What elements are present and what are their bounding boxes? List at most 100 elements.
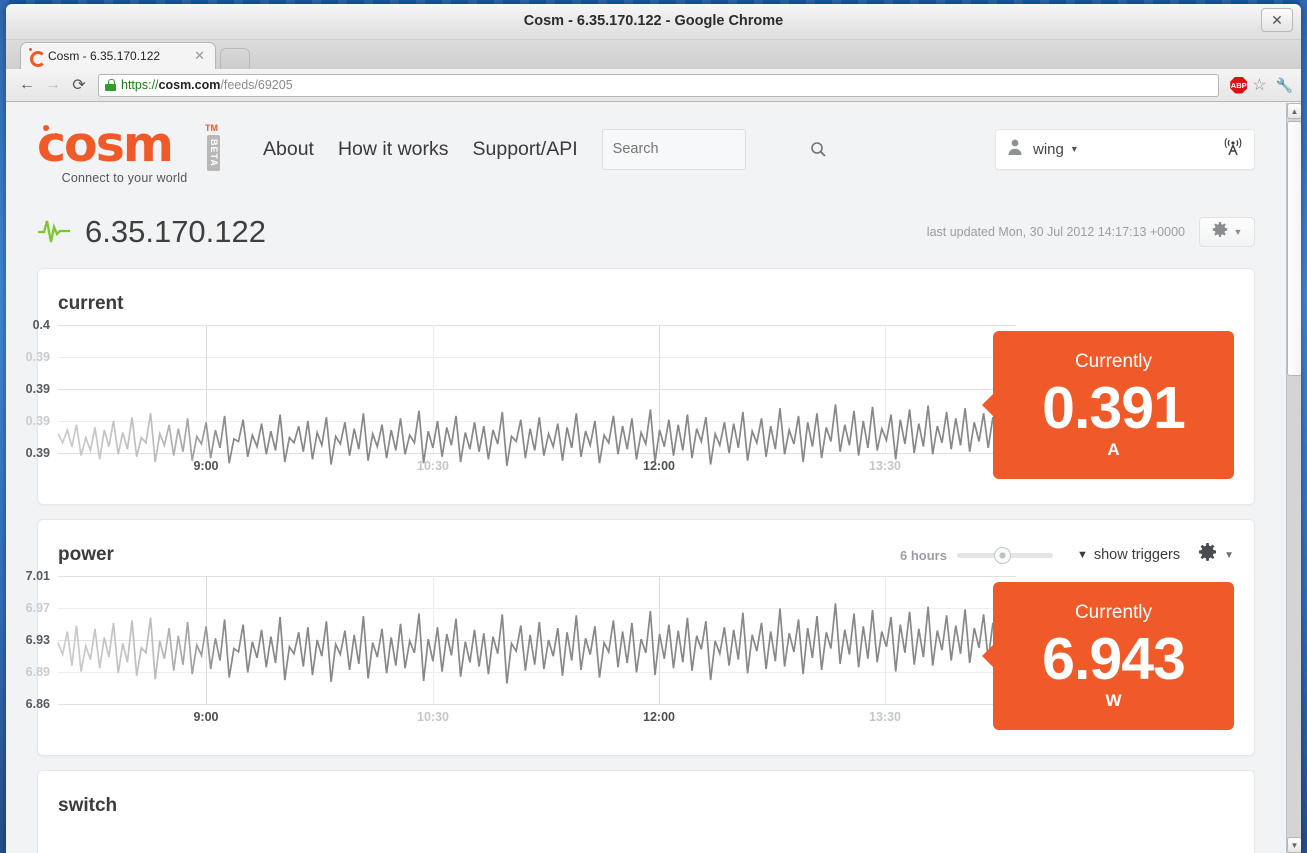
callout-unit: W	[1105, 691, 1122, 711]
tab-title: Cosm - 6.35.170.122	[48, 49, 161, 63]
chart-plot-area: 7.01 6.97 6.93 6.89 6.86 9:00 10:30 12:00 13:30	[26, 569, 1017, 724]
cosm-favicon-icon	[27, 48, 46, 67]
chart-power: 7.01 6.97 6.93 6.89 6.86 9:00 10:30 12:00 13:30 …	[26, 569, 1234, 741]
callout-value: 6.943	[1042, 625, 1186, 692]
current-value-callout: Currently 0.391 A	[982, 331, 1234, 479]
adblock-plus-icon[interactable]: ABP	[1230, 76, 1248, 94]
time-range-slider[interactable]	[956, 545, 1053, 565]
x-axis-tick-label: 9:00	[193, 710, 219, 724]
callout-value: 0.391	[1042, 374, 1186, 441]
user-menu[interactable]: wing ▼	[995, 128, 1255, 170]
search-input[interactable]	[602, 141, 810, 157]
chart-current: 0.4 0.39 0.39 0.39 0.39 9:00 10:30 12:00 13:30 C…	[26, 318, 1234, 490]
cosm-logo[interactable]: cosm TM BETA Connect to your world	[37, 120, 237, 185]
back-icon[interactable]: ←	[14, 73, 40, 97]
person-icon	[1006, 138, 1024, 161]
card-header: power 6 hours ▼ show triggers ▼	[58, 540, 1234, 570]
chevron-down-icon[interactable]: ▼	[1224, 550, 1234, 561]
search-box[interactable]	[601, 128, 826, 170]
y-axis-tick-label: 6.97	[25, 601, 50, 615]
logo-tm-mark: TM	[205, 123, 218, 133]
chevron-down-icon[interactable]: ▼	[1234, 227, 1243, 237]
y-axis-tick-label: 0.4	[32, 318, 50, 332]
gridline-horizontal	[58, 704, 1016, 705]
scroll-up-arrow-icon[interactable]: ▲	[1287, 103, 1301, 119]
series-line	[57, 404, 1017, 466]
power-value-callout: Currently 6.943 W	[982, 582, 1234, 730]
site-header: cosm TM BETA Connect to your world About…	[6, 103, 1286, 203]
datastream-card-current: current 0.4 0.39 0.39 0.39 0.39 9:00 10:30 12:0…	[26, 268, 1255, 505]
show-triggers-toggle[interactable]: ▼ show triggers	[1077, 547, 1180, 563]
card-title: switch	[58, 795, 118, 816]
antenna-icon[interactable]	[1222, 136, 1244, 163]
forward-icon[interactable]: →	[40, 73, 66, 97]
logo-tagline: Connect to your world	[61, 171, 188, 185]
datastream-card-switch: switch	[37, 770, 1255, 853]
feed-settings-button[interactable]: ▼	[1199, 217, 1255, 247]
url-host: cosm.com	[158, 78, 221, 92]
window-titlebar: Cosm - 6.35.170.122 - Google Chrome ✕	[6, 4, 1301, 40]
callout-label: Currently	[1074, 350, 1153, 372]
card-settings-button[interactable]: ▼	[1198, 543, 1234, 567]
x-axis-tick-label: 9:00	[193, 459, 219, 473]
time-range-label: 6 hours	[900, 547, 947, 563]
page-title: 6.35.170.122	[85, 214, 267, 249]
page-viewport: cosm TM BETA Connect to your world About…	[6, 103, 1301, 853]
nav-item-how-it-works[interactable]: How it works	[338, 138, 449, 161]
callout-label: Currently	[1074, 601, 1153, 623]
slider-knob[interactable]	[993, 547, 1011, 564]
chevron-down-icon[interactable]: ▼	[1070, 144, 1079, 154]
url-path: /feeds/69205	[220, 78, 293, 92]
page-scrollbar[interactable]: ▲ ▼	[1286, 103, 1301, 853]
address-bar[interactable]: https:// cosm.com /feeds/69205	[98, 73, 1220, 97]
y-axis-tick-label: 6.86	[25, 697, 50, 711]
triangle-down-icon: ▼	[1076, 549, 1088, 561]
reload-icon[interactable]: ⟳	[66, 73, 92, 97]
gear-icon	[1212, 221, 1228, 243]
browser-window: Cosm - 6.35.170.122 - Google Chrome ✕ Co…	[6, 4, 1301, 853]
last-updated-text: last updated Mon, 30 Jul 2012 14:17:13 +…	[926, 225, 1185, 239]
logo-dot-icon	[43, 125, 49, 131]
card-tools: 6 hours ▼ show triggers ▼	[900, 543, 1234, 567]
scroll-down-arrow-icon[interactable]: ▼	[1287, 837, 1301, 853]
pulse-icon	[37, 215, 71, 250]
lock-icon	[105, 79, 116, 91]
wrench-menu-icon[interactable]: 🔧	[1276, 77, 1293, 94]
x-axis-tick-label: 12:00	[643, 710, 675, 724]
browser-tab-cosm[interactable]: Cosm - 6.35.170.122 ✕	[20, 42, 216, 69]
window-title: Cosm - 6.35.170.122 - Google Chrome	[523, 13, 784, 29]
y-axis-tick-label: 0.39	[25, 414, 50, 428]
nav-item-about[interactable]: About	[263, 138, 314, 161]
tab-close-icon[interactable]: ✕	[190, 48, 209, 64]
show-triggers-label: show triggers	[1093, 547, 1181, 563]
gear-icon	[1198, 543, 1217, 567]
x-axis-tick-label: 13:30	[869, 459, 901, 473]
card-header: switch	[58, 791, 1234, 821]
nav-item-support-api[interactable]: Support/API	[473, 138, 578, 161]
window-close-button[interactable]: ✕	[1261, 8, 1293, 32]
user-name: wing	[1033, 140, 1064, 158]
page-content: cosm TM BETA Connect to your world About…	[6, 103, 1286, 853]
scrollbar-thumb[interactable]	[1287, 121, 1301, 376]
card-header: current	[58, 289, 1234, 319]
y-axis-tick-label: 0.39	[25, 382, 50, 396]
y-axis-tick-label: 0.39	[25, 446, 50, 460]
card-title: current	[58, 293, 124, 314]
tab-strip: Cosm - 6.35.170.122 ✕	[6, 40, 1301, 69]
new-tab-button[interactable]	[220, 48, 250, 69]
search-icon[interactable]	[810, 141, 827, 158]
logo-beta-badge: BETA	[207, 135, 220, 171]
gridline-horizontal	[58, 453, 1016, 454]
x-axis-tick-label: 13:30	[869, 710, 901, 724]
y-axis-tick-label: 6.93	[25, 633, 50, 647]
y-axis-tick-label: 6.89	[25, 665, 50, 679]
x-axis-tick-label: 10:30	[417, 459, 449, 473]
url-scheme: https://	[121, 78, 159, 92]
logo-dot-small-icon	[54, 133, 58, 137]
series-line	[57, 603, 1017, 684]
callout-unit: A	[1107, 440, 1120, 460]
datastream-card-power: power 6 hours ▼ show triggers ▼ 7.01 6.9…	[26, 519, 1255, 756]
bookmark-star-icon[interactable]: ☆	[1252, 75, 1266, 95]
y-axis-tick-label: 0.39	[25, 350, 50, 364]
x-axis-tick-label: 12:00	[643, 459, 675, 473]
